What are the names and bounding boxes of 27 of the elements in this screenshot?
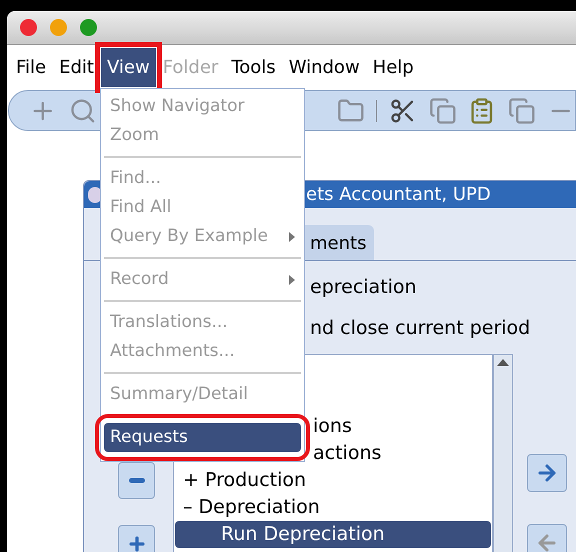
label-text: epreciation [310,275,417,300]
submenu-arrow-icon [289,232,295,242]
close-button[interactable] [20,19,37,36]
search-icon[interactable] [68,96,96,124]
menu-entry[interactable]: Requests [104,423,301,452]
maximize-button[interactable] [80,19,97,36]
move-right-button[interactable] [527,454,567,492]
folder-icon[interactable] [336,96,364,124]
label-text: nd close current period [310,316,530,340]
tree-item[interactable]: + Production [175,466,306,495]
tree-item[interactable]: – Depreciation [175,493,320,522]
menu-item[interactable]: Window [282,48,366,87]
minimize-button[interactable] [50,19,67,36]
collapse-button[interactable] [118,462,155,499]
move-left-button[interactable] [527,524,567,552]
window-title: ets Accountant, UPD [306,183,491,207]
plus-icon [126,534,146,552]
menu-item[interactable]: Tools [225,48,282,87]
expand-button[interactable] [118,525,155,552]
submenu-arrow-icon [289,274,295,284]
menu-item[interactable]: View [100,48,156,87]
menu-item[interactable]: Edit [53,48,100,87]
copy-icon[interactable] [428,96,456,124]
minus-icon [128,478,144,483]
menu-item[interactable]: File [10,48,52,87]
scrollbar[interactable] [493,354,513,552]
menu-item[interactable]: Help [366,48,420,87]
